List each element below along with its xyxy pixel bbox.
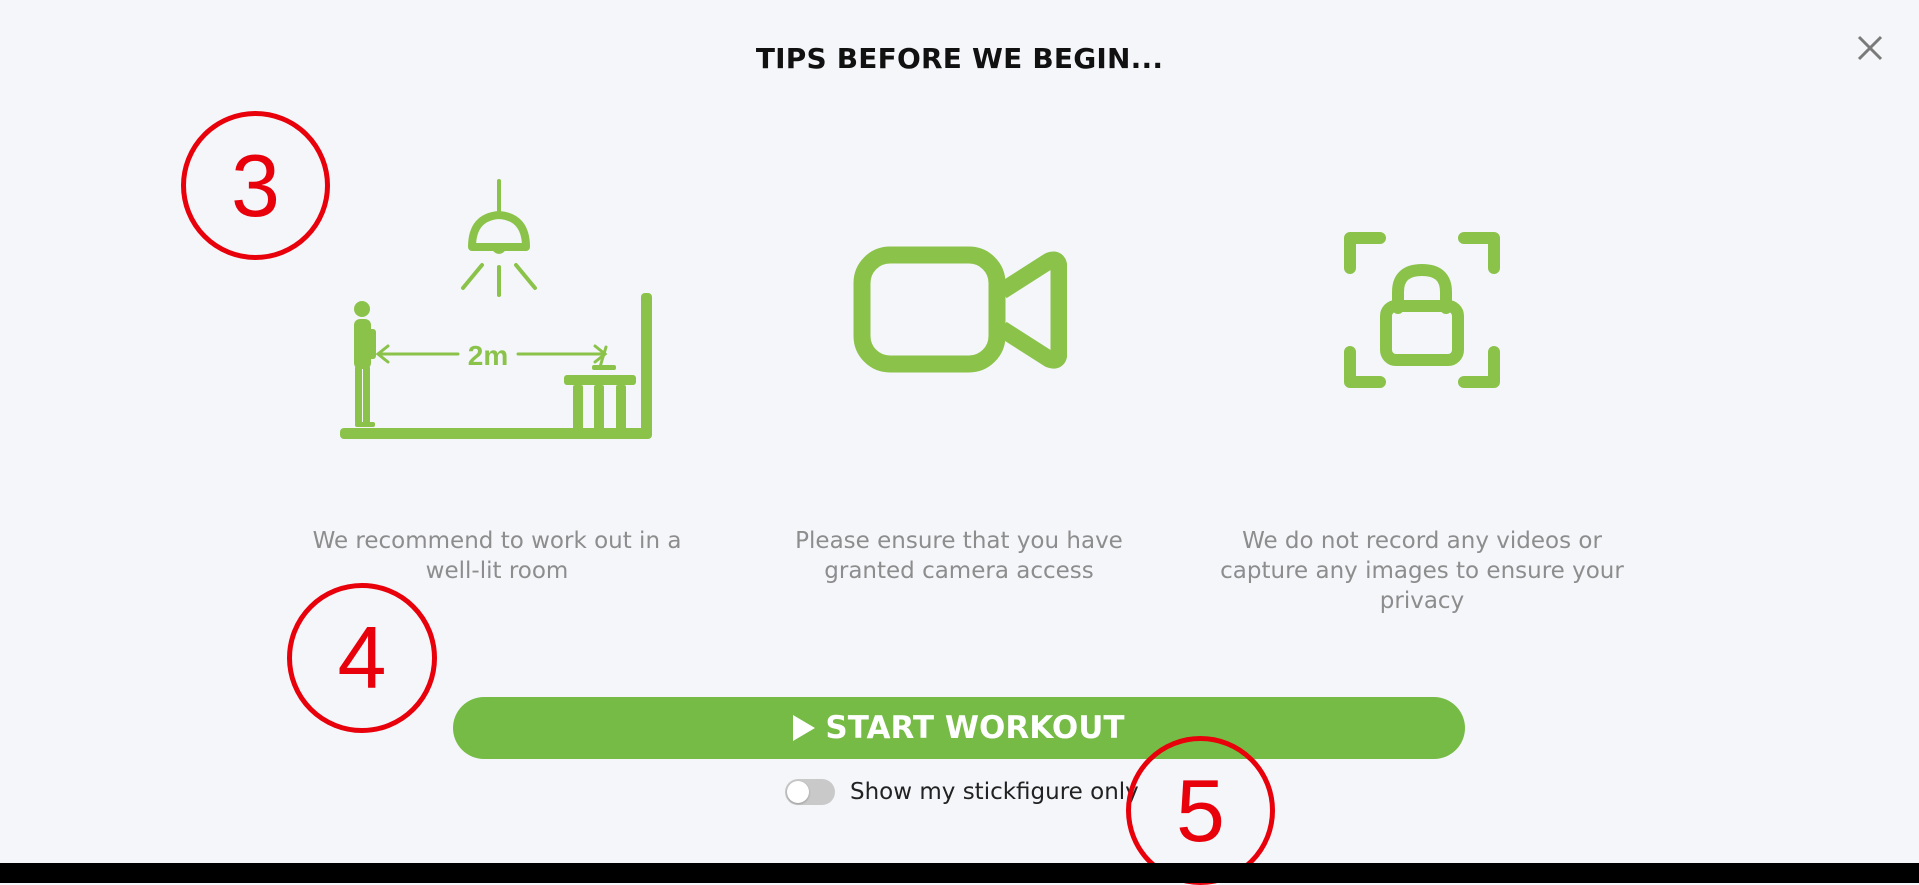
video-camera-icon: [853, 246, 1067, 373]
privacy-lock-icon: [1344, 232, 1500, 388]
distance-label: 2m: [468, 340, 508, 371]
dialog-title: TIPS BEFORE WE BEGIN...: [755, 42, 1164, 75]
start-workout-button[interactable]: START WORKOUT: [453, 697, 1465, 759]
stickfigure-toggle[interactable]: [785, 779, 835, 805]
stickfigure-toggle-row: Show my stickfigure only: [785, 775, 1139, 809]
toggle-knob: [787, 781, 809, 803]
tip-text-camera: Please ensure that you have granted came…: [795, 528, 1123, 584]
lighting-distance-icon: 2m: [340, 179, 652, 439]
annotation-marker-3: 3: [181, 111, 330, 260]
close-icon: [1857, 35, 1883, 61]
annotation-marker-4: 4: [287, 583, 437, 733]
bottom-bar: [0, 863, 1919, 883]
tips-dialog: TIPS BEFORE WE BEGIN... 2m We recommend …: [0, 0, 1919, 885]
stickfigure-toggle-label: Show my stickfigure only: [850, 779, 1139, 805]
play-icon: [793, 715, 816, 741]
close-button[interactable]: [1850, 28, 1890, 68]
tip-text-lighting: We recommend to work out in a well-lit r…: [312, 528, 682, 584]
start-workout-label: START WORKOUT: [825, 710, 1125, 746]
tip-text-privacy: We do not record any videos or capture a…: [1220, 528, 1624, 614]
